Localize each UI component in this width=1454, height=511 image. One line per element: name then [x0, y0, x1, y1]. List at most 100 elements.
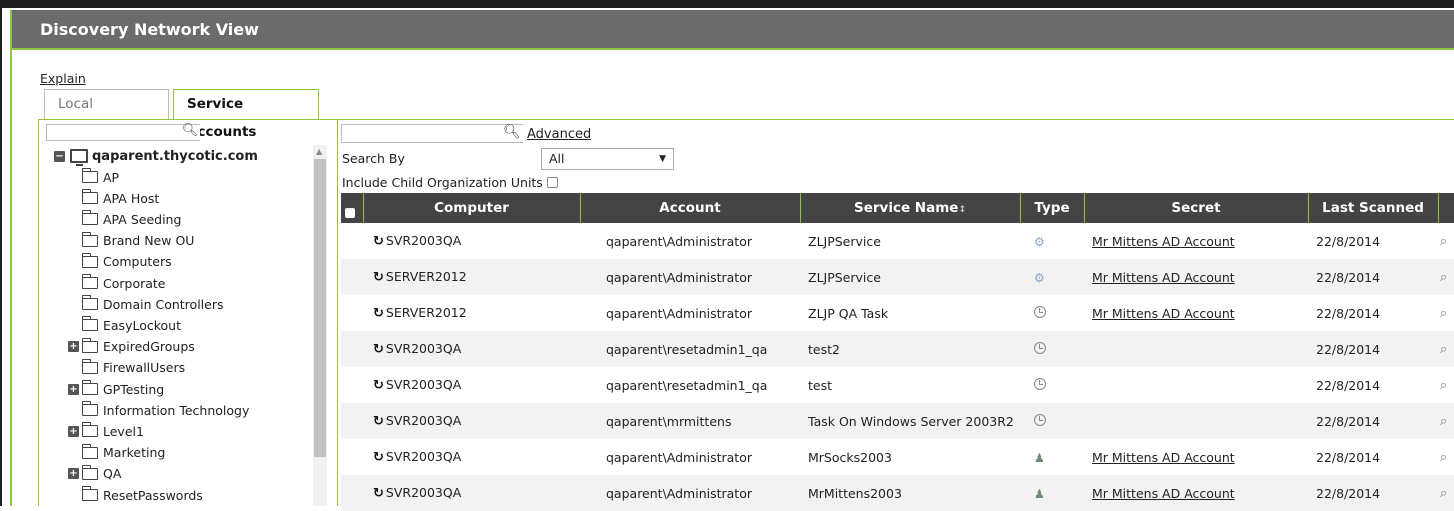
select-all-checkbox[interactable]: [345, 207, 355, 218]
explain-link[interactable]: Explain: [40, 71, 86, 86]
refresh-icon[interactable]: ↻: [373, 414, 384, 429]
tree-node[interactable]: + Level1: [68, 421, 144, 441]
secret-link[interactable]: Mr Mittens AD Account: [1092, 486, 1235, 501]
refresh-icon[interactable]: ↻: [373, 270, 384, 285]
computer-cell[interactable]: ↻ SVR2003QA: [363, 331, 580, 367]
include-child-checkbox[interactable]: [546, 177, 558, 188]
scroll-thumb[interactable]: [314, 159, 326, 457]
advanced-search-link[interactable]: Advanced: [527, 127, 591, 142]
service-name-cell: Task On Windows Server 2003R2: [800, 403, 1020, 439]
folder-icon: [81, 252, 98, 268]
table-row[interactable]: ↻ SERVER2012 qaparent\Administrator ZLJP QA…: [341, 295, 1454, 331]
type-cell: [1020, 331, 1084, 367]
expand-icon[interactable]: +: [68, 425, 79, 437]
tab-local-accounts[interactable]: Local Accounts: [44, 89, 169, 140]
tree-node[interactable]: Corporate: [81, 273, 166, 293]
table-row[interactable]: ↻ SERVER2012 qaparent\Administrator ZLJPSer…: [341, 259, 1454, 295]
tree-node[interactable]: APA Seeding: [81, 209, 181, 229]
tab-service-accounts[interactable]: Service Accounts: [173, 89, 319, 140]
tree-node-label: Marketing: [103, 445, 166, 461]
computer-name: SERVER2012: [385, 305, 467, 320]
action-cell[interactable]: ⌕: [1438, 259, 1454, 295]
tree-node[interactable]: Brand New OU: [81, 231, 194, 251]
view-icon[interactable]: ⌕: [1440, 234, 1447, 249]
collapse-icon[interactable]: −: [54, 150, 65, 162]
last-scanned-cell: 22/8/2014: [1316, 305, 1381, 321]
secret-link[interactable]: Mr Mittens AD Account: [1092, 270, 1235, 285]
refresh-icon[interactable]: ↻: [373, 342, 384, 357]
tree-node[interactable]: Information Technology: [81, 400, 249, 420]
tree-node[interactable]: + QA: [68, 464, 121, 484]
secret-cell: [1084, 331, 1308, 367]
column-account[interactable]: Account: [580, 193, 801, 223]
row-select-cell: [341, 439, 363, 475]
secret-link[interactable]: Mr Mittens AD Account: [1092, 450, 1235, 465]
search-by-select[interactable]: All ▼: [541, 148, 674, 170]
computer-cell[interactable]: ↻ SVR2003QA: [363, 223, 580, 259]
view-icon[interactable]: ⌕: [1440, 378, 1447, 393]
tree-search-input[interactable]: [46, 124, 200, 141]
table-row[interactable]: ↻ SVR2003QA qaparent\mrmittens Task On Wind…: [341, 403, 1454, 439]
table-row[interactable]: ↻ SVR2003QA qaparent\resetadmin1_qa test2 22…: [341, 331, 1454, 367]
column-last-scanned[interactable]: Last Scanned: [1308, 193, 1439, 223]
refresh-icon[interactable]: ↻: [373, 486, 384, 501]
secret-link[interactable]: Mr Mittens AD Account: [1092, 306, 1235, 321]
refresh-icon[interactable]: ↻: [373, 378, 384, 393]
action-cell[interactable]: ⌕: [1438, 295, 1454, 331]
view-icon[interactable]: ⌕: [1440, 486, 1447, 501]
view-icon[interactable]: ⌕: [1440, 414, 1447, 429]
account-cell: qaparent\Administrator: [580, 259, 800, 295]
view-icon[interactable]: ⌕: [1440, 342, 1447, 357]
computer-cell[interactable]: ↻ SERVER2012: [363, 259, 580, 295]
expand-icon[interactable]: +: [68, 468, 79, 480]
folder-icon: [81, 422, 98, 438]
computer-cell[interactable]: ↻ SVR2003QA: [363, 439, 580, 475]
tree-node[interactable]: + GPTesting: [68, 379, 164, 399]
computer-icon: [70, 149, 88, 166]
tree-node[interactable]: Domain Controllers: [81, 294, 223, 314]
view-icon[interactable]: ⌕: [1440, 306, 1447, 321]
last-scanned-cell: 22/8/2014: [1316, 233, 1381, 249]
table-row[interactable]: ↻ SVR2003QA qaparent\resetadmin1_qa test 22/…: [341, 367, 1454, 403]
table-row[interactable]: ↻ SVR2003QA qaparent\Administrator MrSocks2…: [341, 439, 1454, 475]
grid-search-input[interactable]: [341, 124, 523, 143]
search-by-label: Search By: [342, 151, 405, 166]
tree-node[interactable]: + ExpiredGroups: [68, 337, 195, 357]
tree-node[interactable]: EasyLockout: [81, 315, 181, 335]
column-computer[interactable]: Computer: [363, 193, 581, 223]
secret-link[interactable]: Mr Mittens AD Account: [1092, 234, 1235, 249]
column-type[interactable]: Type: [1020, 193, 1085, 223]
computer-cell[interactable]: ↻ SVR2003QA: [363, 367, 580, 403]
select-all-cell[interactable]: [341, 193, 364, 223]
tree-root-node[interactable]: − qaparent.thycotic.com: [54, 147, 258, 166]
refresh-icon[interactable]: ↻: [373, 306, 384, 321]
action-cell[interactable]: ⌕: [1438, 331, 1454, 367]
action-cell[interactable]: ⌕: [1438, 439, 1454, 475]
scroll-up-icon[interactable]: ▲: [316, 147, 322, 156]
secret-cell: Mr Mittens AD Account: [1084, 439, 1308, 475]
expand-icon[interactable]: +: [68, 383, 79, 395]
refresh-icon[interactable]: ↻: [373, 450, 384, 465]
tree-node[interactable]: AP: [81, 167, 119, 187]
view-icon[interactable]: ⌕: [1440, 270, 1447, 285]
action-cell[interactable]: ⌕: [1438, 223, 1454, 259]
search-icon[interactable]: 🔍︎: [503, 124, 521, 140]
action-cell[interactable]: ⌕: [1438, 367, 1454, 403]
tree-node[interactable]: Computers: [81, 252, 172, 272]
expand-icon[interactable]: +: [68, 341, 79, 353]
refresh-icon[interactable]: ↻: [373, 234, 384, 249]
tree-node[interactable]: APA Host: [81, 188, 159, 208]
computer-cell[interactable]: ↻ SERVER2012: [363, 295, 580, 331]
view-icon[interactable]: ⌕: [1440, 450, 1447, 465]
row-select-cell: [341, 295, 363, 331]
action-cell[interactable]: ⌕: [1438, 403, 1454, 439]
search-icon[interactable]: 🔍︎: [180, 123, 200, 141]
table-row[interactable]: ↻ SVR2003QA qaparent\Administrator ZLJPServ…: [341, 223, 1454, 259]
tree-node[interactable]: ResetPasswords: [81, 485, 203, 505]
tree-node[interactable]: FirewallUsers: [81, 358, 185, 378]
tree-node[interactable]: Marketing: [81, 443, 166, 463]
computer-cell[interactable]: ↻ SVR2003QA: [363, 403, 580, 439]
tree-scrollbar[interactable]: ▲: [313, 145, 327, 506]
column-secret[interactable]: Secret: [1084, 193, 1309, 223]
column-service-name[interactable]: Service Name↕: [800, 193, 1021, 223]
